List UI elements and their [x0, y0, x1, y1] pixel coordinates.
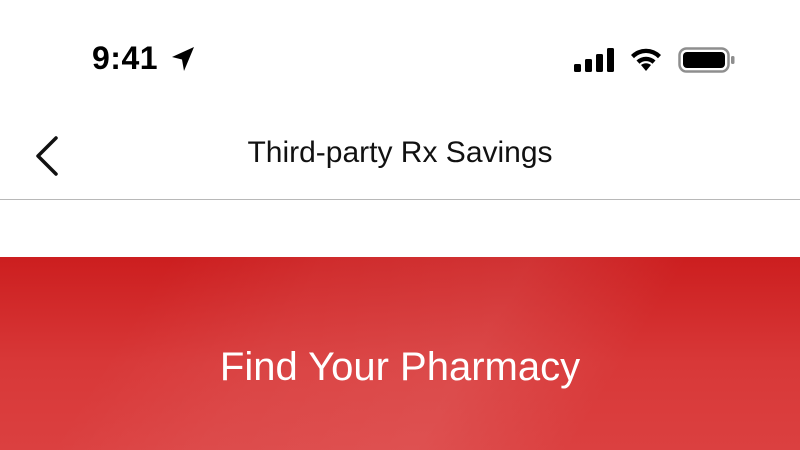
cellular-signal-icon [574, 48, 614, 72]
banner-title: Find Your Pharmacy [219, 345, 581, 389]
location-arrow-icon [172, 47, 194, 71]
navigation-bar: Third-party Rx Savings [0, 110, 800, 200]
battery-icon [678, 47, 735, 73]
page-title: Third-party Rx Savings [247, 136, 553, 169]
status-time: 9:41 [92, 40, 159, 76]
status-bar: 9:41 [0, 0, 800, 110]
app-screen: 9:41 Third-party Rx Savings Find Your Ph… [0, 0, 800, 450]
find-pharmacy-banner[interactable]: Find Your Pharmacy [0, 257, 800, 450]
wifi-icon [631, 48, 661, 71]
